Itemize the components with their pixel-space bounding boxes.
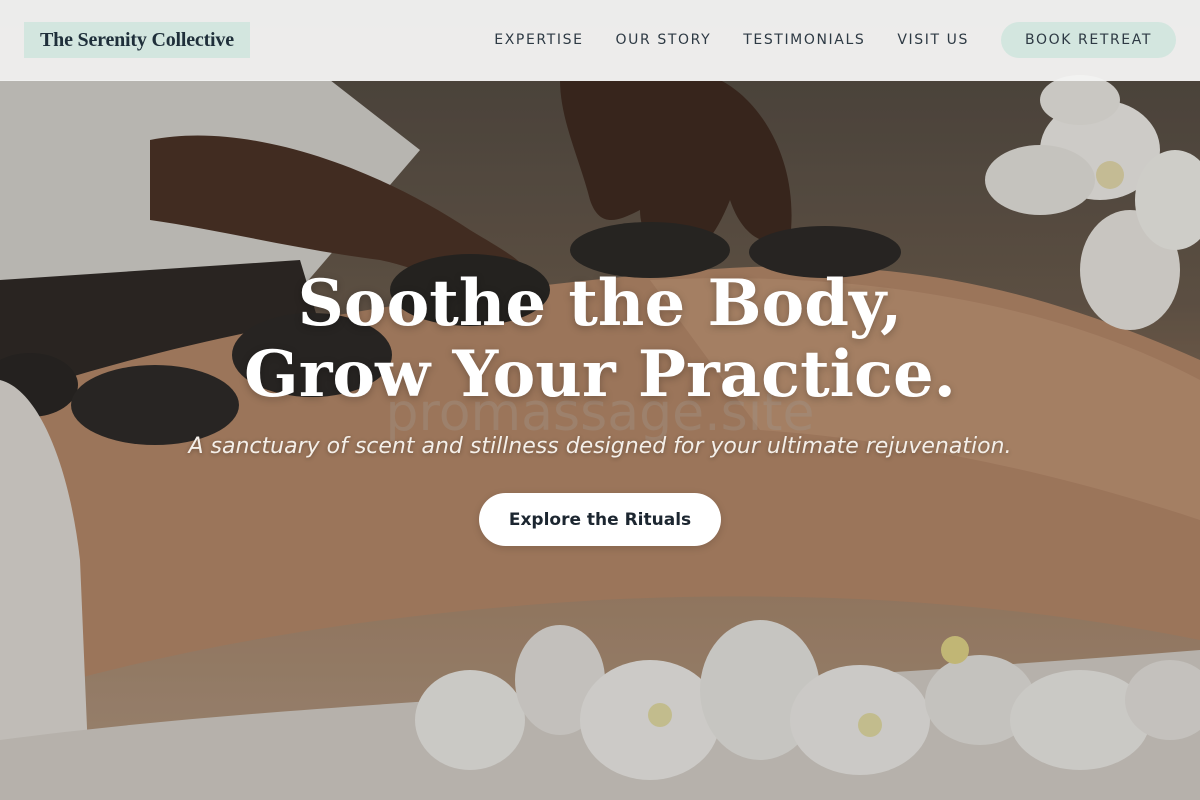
hero-subheadline: A sanctuary of scent and stillness desig… bbox=[188, 434, 1012, 459]
nav-expertise[interactable]: EXPERTISE bbox=[494, 32, 583, 48]
book-retreat-button[interactable]: BOOK RETREAT bbox=[1001, 22, 1176, 58]
hero-headline-line2: Grow Your Practice. bbox=[244, 337, 956, 412]
explore-rituals-button[interactable]: Explore the Rituals bbox=[479, 493, 721, 546]
hero-headline: Soothe the Body, Grow Your Practice. bbox=[0, 268, 1200, 410]
site-logo[interactable]: The Serenity Collective bbox=[24, 22, 250, 58]
nav-visit-us[interactable]: VISIT US bbox=[897, 32, 969, 48]
nav-our-story[interactable]: OUR STORY bbox=[616, 32, 712, 48]
nav-testimonials[interactable]: TESTIMONIALS bbox=[743, 32, 865, 48]
site-header: The Serenity Collective EXPERTISE OUR ST… bbox=[0, 0, 1200, 81]
hero-headline-line1: Soothe the Body, bbox=[297, 266, 903, 341]
main-nav: EXPERTISE OUR STORY TESTIMONIALS VISIT U… bbox=[494, 22, 1176, 58]
